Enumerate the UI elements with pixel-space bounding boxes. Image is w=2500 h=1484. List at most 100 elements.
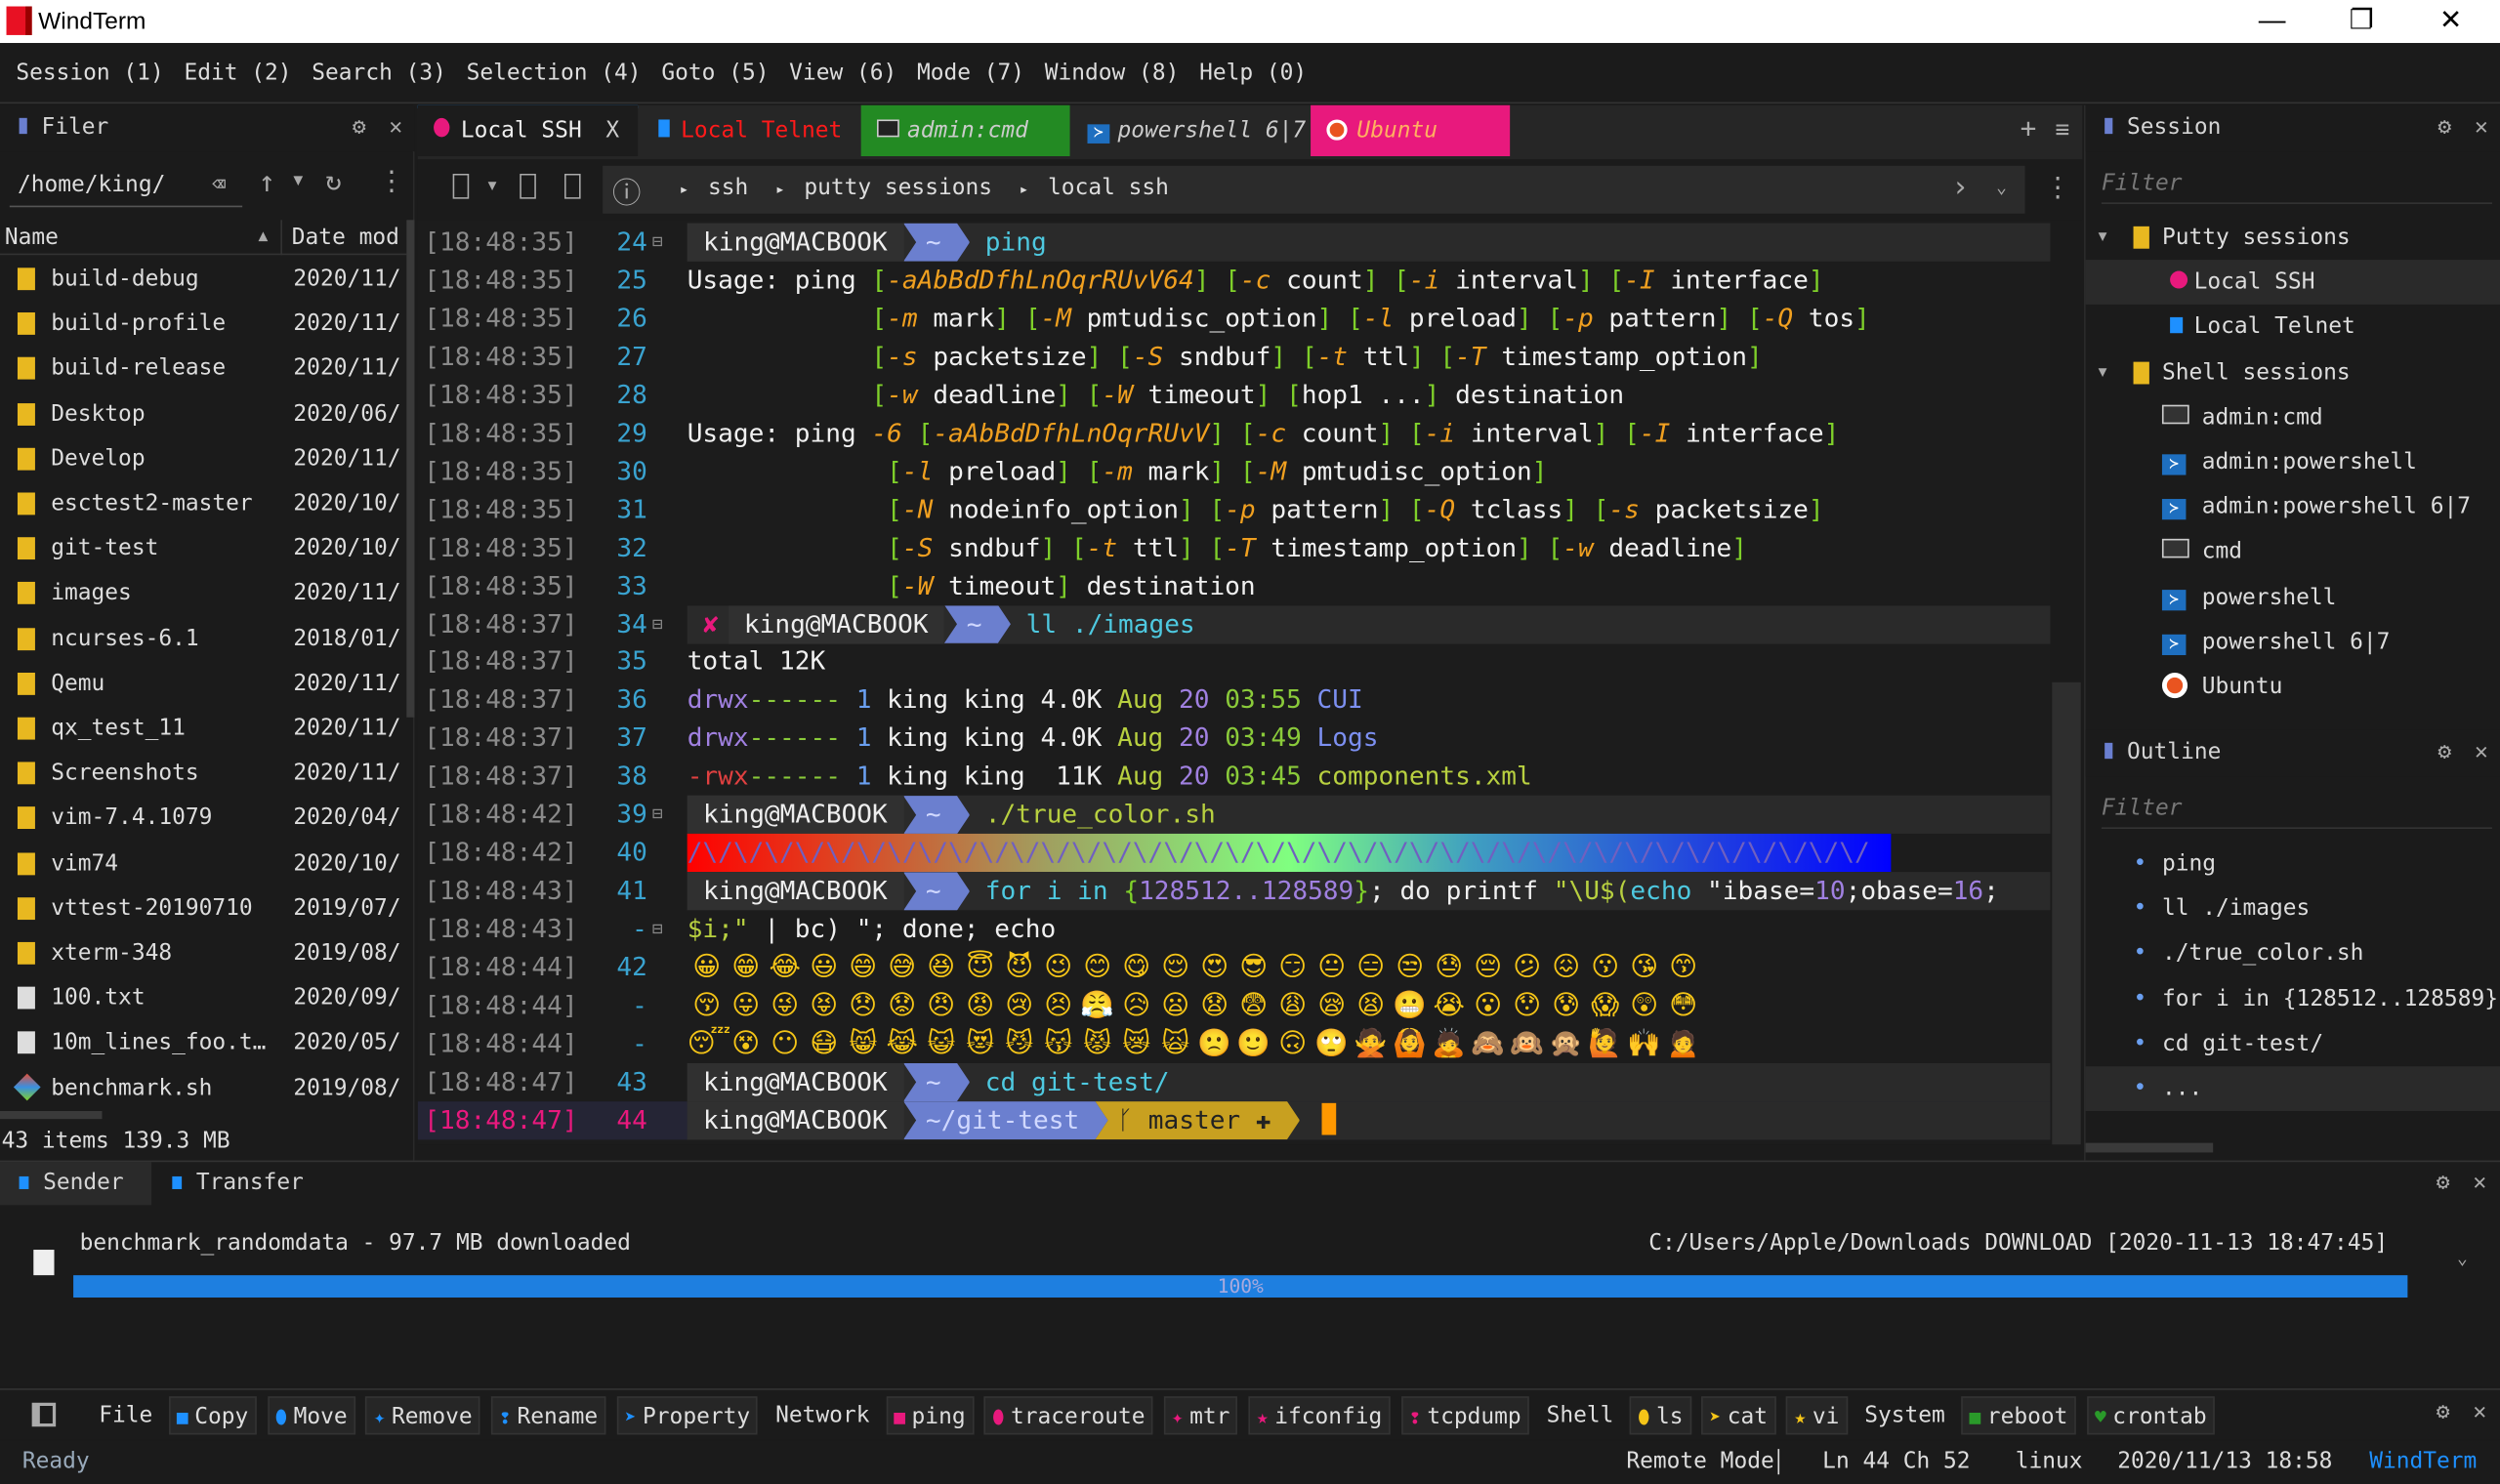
sidebar-toggle-icon[interactable] — [31, 1402, 57, 1427]
tab-transfer[interactable]: Transfer — [153, 1162, 329, 1205]
file-row[interactable]: 10m_lines_foo.t… 2020/05/ — [0, 1021, 406, 1066]
outline-item[interactable]: • ./true_color.sh — [2086, 931, 2500, 976]
right-hscrollbar[interactable] — [2085, 1142, 2214, 1153]
close-icon[interactable]: ✕ — [2475, 730, 2488, 776]
file-row[interactable]: Qemu 2020/11/ — [0, 661, 406, 706]
more-icon[interactable]: ⋮ — [378, 166, 405, 198]
outline-item[interactable]: • ll ./images — [2086, 886, 2500, 931]
toolbar-button-Rename[interactable]: ❢ Rename — [491, 1396, 606, 1435]
menu-item[interactable]: View (6) — [789, 61, 896, 86]
status-position[interactable]: Ln 44 Ch 52 — [1822, 1449, 1970, 1474]
filer-hscrollbar[interactable] — [0, 1110, 103, 1120]
file-row[interactable]: vttest-20190710 2019/07/ — [0, 886, 406, 930]
expand-icon[interactable]: ⌄ — [2457, 1248, 2468, 1268]
menu-item[interactable]: Help (0) — [1199, 61, 1307, 86]
toolbar-button-ping[interactable]: ■ ping — [886, 1396, 974, 1435]
toolbar-button-tcpdump[interactable]: ❢ tcpdump — [1400, 1396, 1529, 1435]
new-session-icon[interactable]: ⎕ — [453, 172, 470, 204]
session-item[interactable]: Ubuntu — [2086, 665, 2500, 710]
tab-local-telnet[interactable]: Local Telnet — [643, 105, 859, 156]
close-icon[interactable]: ✕ — [2473, 1170, 2486, 1195]
settings-icon[interactable]: ⚙ — [2437, 1400, 2450, 1425]
tab-menu-icon[interactable]: ≡ — [2056, 115, 2070, 144]
file-row[interactable]: esctest2-master 2020/10/ — [0, 481, 406, 526]
file-row[interactable]: build-release 2020/11/ — [0, 347, 406, 392]
tab-powershell[interactable]: ≻ powershell 6|7 — [1071, 105, 1311, 156]
fold-toggle-icon[interactable]: ⊟ — [652, 605, 665, 643]
close-icon[interactable]: ✕ — [2475, 105, 2488, 151]
dropdown-icon[interactable]: ▼ — [488, 179, 497, 194]
chevron-down-icon[interactable]: ⌄ — [1996, 177, 2007, 197]
close-icon[interactable]: ✕ — [2473, 1400, 2486, 1425]
file-row[interactable]: git-test 2020/10/ — [0, 526, 406, 571]
close-session-icon[interactable]: ⎕ — [520, 172, 536, 204]
menu-item[interactable]: Session (1) — [16, 61, 163, 86]
settings-icon[interactable]: ⚙ — [353, 105, 366, 151]
session-item[interactable]: ≻ admin:powershell 6|7 — [2086, 485, 2500, 530]
tab-ubuntu[interactable]: Ubuntu — [1311, 104, 1511, 157]
status-os[interactable]: linux — [2016, 1449, 2083, 1474]
toolbar-button-ls[interactable]: ⬮ ls — [1629, 1396, 1691, 1435]
menu-item[interactable]: Window (8) — [1045, 61, 1180, 86]
terminal-scrollbar[interactable] — [2052, 681, 2081, 1145]
file-row[interactable]: Desktop 2020/06/ — [0, 392, 406, 436]
toolbar-button-Copy[interactable]: ■ Copy — [168, 1396, 257, 1435]
session-item[interactable]: admin:cmd — [2086, 395, 2500, 440]
tab-admin-cmd[interactable]: admin:cmd — [860, 104, 1070, 157]
close-icon[interactable]: ✕ — [389, 105, 402, 151]
tab-sender[interactable]: Sender — [0, 1162, 152, 1206]
expand-arrow-icon[interactable]: ▼ — [2099, 215, 2107, 260]
file-row[interactable]: build-debug 2020/11/ — [0, 257, 406, 302]
fold-toggle-icon[interactable]: ⊟ — [652, 796, 665, 834]
outline-filter-input[interactable]: Filter — [2101, 788, 2492, 830]
file-row[interactable]: images 2020/11/ — [0, 571, 406, 616]
toolbar-button-crontab[interactable]: ♥ crontab — [2086, 1396, 2215, 1435]
status-brand[interactable]: WindTerm — [2369, 1449, 2477, 1474]
tab-close-icon[interactable]: X — [605, 105, 619, 156]
path-input[interactable]: /home/king/ — [9, 163, 243, 208]
menu-item[interactable]: Selection (4) — [467, 61, 642, 86]
file-row[interactable]: vim-7.4.1079 2020/04/ — [0, 796, 406, 841]
toolbar-button-reboot[interactable]: ■ reboot — [1961, 1396, 2076, 1435]
tree-group[interactable]: ▼ Putty sessions — [2086, 215, 2500, 260]
session-item[interactable]: ≻ powershell — [2086, 575, 2500, 620]
file-row[interactable]: ncurses-6.1 2018/01/ — [0, 616, 406, 661]
breadcrumb-item[interactable]: ssh — [708, 176, 748, 201]
session-item[interactable]: ≻ powershell 6|7 — [2086, 620, 2500, 665]
tree-group[interactable]: ▼ Shell sessions — [2086, 350, 2500, 395]
dropdown-icon[interactable]: ▼ — [293, 172, 303, 189]
col-name[interactable]: Name — [5, 220, 59, 255]
outline-item[interactable]: •... — [2085, 1066, 2500, 1111]
outline-item[interactable]: • ping — [2086, 842, 2500, 886]
terminal-view[interactable]: [18:48:35] 24 ⊟ king@MACBOOK ~ ping [18:48:35… — [417, 220, 2051, 1145]
file-row[interactable]: Develop 2020/11/ — [0, 436, 406, 481]
up-arrow-icon[interactable]: ↑ — [258, 166, 275, 199]
file-row[interactable]: 100.txt 2020/09/ — [0, 976, 406, 1021]
toolbar-button-traceroute[interactable]: ⬮ traceroute — [983, 1396, 1153, 1435]
settings-icon[interactable]: ⚙ — [2437, 1170, 2450, 1195]
toolbar-button-cat[interactable]: ➤ cat — [1701, 1396, 1776, 1435]
status-mode[interactable]: Remote Mode — [1626, 1449, 1779, 1475]
toolbar-button-Move[interactable]: ⬮ Move — [267, 1396, 355, 1435]
file-row[interactable]: build-profile 2020/11/ — [0, 302, 406, 347]
outline-item[interactable]: • cd git-test/ — [2086, 1021, 2500, 1066]
toolbar-button-vi[interactable]: ★ vi — [1786, 1396, 1848, 1435]
duplicate-session-icon[interactable]: ⎕ — [564, 172, 581, 204]
filer-scrollbar[interactable] — [406, 220, 415, 718]
settings-icon[interactable]: ⚙ — [2438, 730, 2451, 776]
fold-toggle-icon[interactable]: ⊟ — [652, 224, 665, 262]
breadcrumb-item[interactable]: putty sessions — [804, 176, 992, 201]
file-row[interactable]: vim74 2020/10/ — [0, 841, 406, 886]
toolbar-button-Remove[interactable]: ✦ Remove — [365, 1396, 480, 1435]
session-item[interactable]: Local SSH — [2085, 260, 2500, 306]
breadcrumb-item[interactable]: local ssh — [1048, 176, 1169, 201]
session-item[interactable]: ≻ admin:powershell — [2086, 440, 2500, 485]
expand-arrow-icon[interactable]: ▼ — [2099, 350, 2107, 395]
file-row[interactable]: qx_test_11 2020/11/ — [0, 706, 406, 751]
session-filter-input[interactable]: Filter — [2101, 163, 2492, 204]
outline-item[interactable]: • for i in {128512..128589} — [2086, 976, 2500, 1021]
settings-icon[interactable]: ⚙ — [2438, 105, 2451, 151]
file-row[interactable]: benchmark.sh 2019/08/ — [0, 1066, 406, 1111]
file-row[interactable]: xterm-348 2019/08/ — [0, 930, 406, 975]
menu-item[interactable]: Mode (7) — [917, 61, 1024, 86]
